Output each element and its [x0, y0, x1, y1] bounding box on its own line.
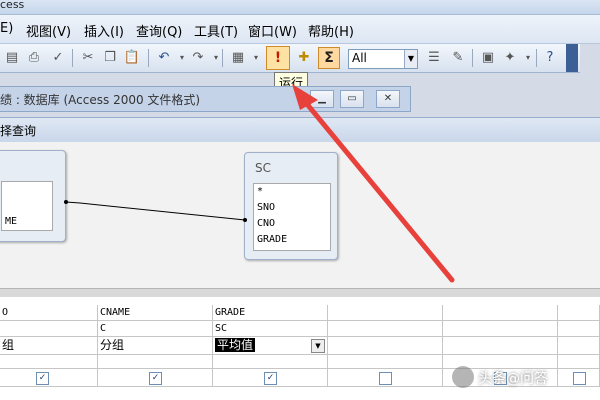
new-icon[interactable]: ▤ [2, 48, 22, 68]
close-icon[interactable]: ✕ [376, 90, 400, 108]
grid-field-cell[interactable]: GRADE [213, 305, 328, 321]
grid-table-cell[interactable] [0, 321, 98, 337]
toolbar-options-handle[interactable] [566, 44, 578, 72]
database-window-icon[interactable]: ▣ [478, 48, 498, 68]
grid-show-cell [558, 369, 600, 387]
chevron-down-icon[interactable]: ▼ [311, 339, 325, 353]
grid-sort-cell[interactable] [328, 355, 443, 369]
grid-sort-cell[interactable] [558, 355, 600, 369]
grid-sort-cell[interactable] [98, 355, 213, 369]
grid-field-cell[interactable] [558, 305, 600, 321]
new-object-icon[interactable]: ✦ [500, 48, 520, 68]
build-icon[interactable]: ✎ [448, 48, 468, 68]
grid-field-cell[interactable]: CNAME [98, 305, 213, 321]
redo-icon[interactable]: ↷ [188, 48, 208, 68]
grid-total-cell[interactable] [558, 337, 600, 355]
grid-table-cell[interactable]: SC [213, 321, 328, 337]
grid-field-cell[interactable] [443, 305, 558, 321]
selected-total-value: 平均值 [215, 338, 256, 352]
restore-icon[interactable]: ▭ [340, 90, 364, 108]
chevron-down-icon[interactable]: ▾ [206, 48, 226, 68]
relationship-line [64, 200, 247, 222]
chevron-down-icon[interactable]: ▾ [246, 48, 266, 68]
chevron-down-icon[interactable]: ▼ [404, 50, 417, 68]
menu-insert[interactable]: 插入(I) [84, 21, 124, 40]
grid-table-cell[interactable] [558, 321, 600, 337]
grid-table-cell[interactable] [443, 321, 558, 337]
grid-total-cell[interactable]: 组 [0, 337, 98, 355]
grid-table-cell[interactable] [328, 321, 443, 337]
view-icon[interactable]: ▦ [228, 48, 248, 68]
menu-edit[interactable]: E) [0, 21, 13, 36]
top-values-value: All [352, 51, 367, 65]
print-icon[interactable]: ⎙ [24, 48, 44, 68]
table-pane: ME SC * SNO CNO GRADE [0, 142, 600, 288]
grid-sort-cell[interactable] [0, 355, 98, 369]
show-checkbox[interactable]: ✓ [149, 372, 162, 385]
show-checkbox[interactable]: ✓ [36, 372, 49, 385]
show-checkbox[interactable] [379, 372, 392, 385]
query-window-title: 择查询 [0, 124, 37, 138]
run-button[interactable]: ! [266, 46, 290, 70]
top-values-combo[interactable]: All ▼ [348, 49, 418, 69]
menu-tools[interactable]: 工具(T) [194, 21, 238, 40]
grid-total-dropdown[interactable]: 平均值 ▼ [213, 337, 328, 355]
grid-show-cell: ✓ [213, 369, 328, 387]
grid-show-cell: ✓ [98, 369, 213, 387]
grid-show-cell [328, 369, 443, 387]
query-window-title-bar: 择查询 [0, 117, 600, 143]
show-checkbox[interactable]: ✓ [264, 372, 277, 385]
grid-total-cell[interactable] [328, 337, 443, 355]
grid-table-cell[interactable]: C [98, 321, 213, 337]
menu-view[interactable]: 视图(V) [26, 21, 71, 40]
query-design-toolbar: ▤ ⎙ ✓ ✂ ❐ 📋 ↶ ▾ ↷ ▾ ▦ ▾ ! ✚ Σ All ▼ ☰ ✎ … [0, 44, 580, 73]
undo-icon[interactable]: ↶ [154, 48, 174, 68]
paste-icon[interactable]: 📋 [122, 48, 142, 68]
toolbar-separator [472, 49, 473, 67]
toolbar-separator [148, 49, 149, 67]
watermark-text: 头条@问答 [478, 371, 548, 387]
grid-field-cell[interactable] [328, 305, 443, 321]
grid-total-cell[interactable] [443, 337, 558, 355]
spell-icon[interactable]: ✓ [48, 48, 68, 68]
copy-icon[interactable]: ❐ [100, 48, 120, 68]
grid-sort-cell[interactable] [213, 355, 328, 369]
grid-show-cell: ✓ [0, 369, 98, 387]
totals-button[interactable]: Σ [318, 47, 340, 69]
toolbar-separator [222, 49, 223, 67]
show-table-icon[interactable]: ✚ [294, 48, 314, 68]
menu-query[interactable]: 查询(Q) [136, 21, 182, 40]
minimize-icon[interactable]: ▁ [310, 90, 334, 108]
help-icon[interactable]: ? [540, 48, 560, 68]
grid-total-cell[interactable]: 分组 [98, 337, 213, 355]
cut-icon[interactable]: ✂ [78, 48, 98, 68]
menu-help[interactable]: 帮助(H) [308, 21, 354, 40]
properties-icon[interactable]: ☰ [424, 48, 444, 68]
database-window-title: 绩 : 数据库 (Access 2000 文件格式) [0, 93, 201, 107]
chevron-down-icon[interactable]: ▾ [518, 48, 538, 68]
toolbar-separator [536, 49, 537, 67]
menu-window[interactable]: 窗口(W) [248, 21, 297, 40]
show-checkbox[interactable] [573, 372, 586, 385]
title-bar: cess [0, 0, 600, 15]
window-title: cess [0, 0, 25, 11]
grid-field-cell[interactable]: O [0, 305, 98, 321]
toolbar-separator [72, 49, 73, 67]
menu-bar: E) 视图(V) 插入(I) 查询(Q) 工具(T) 窗口(W) 帮助(H) [0, 15, 600, 44]
watermark-logo-icon [452, 366, 474, 388]
database-window-bar: 绩 : 数据库 (Access 2000 文件格式) ▁ ▭ ✕ [0, 86, 411, 112]
